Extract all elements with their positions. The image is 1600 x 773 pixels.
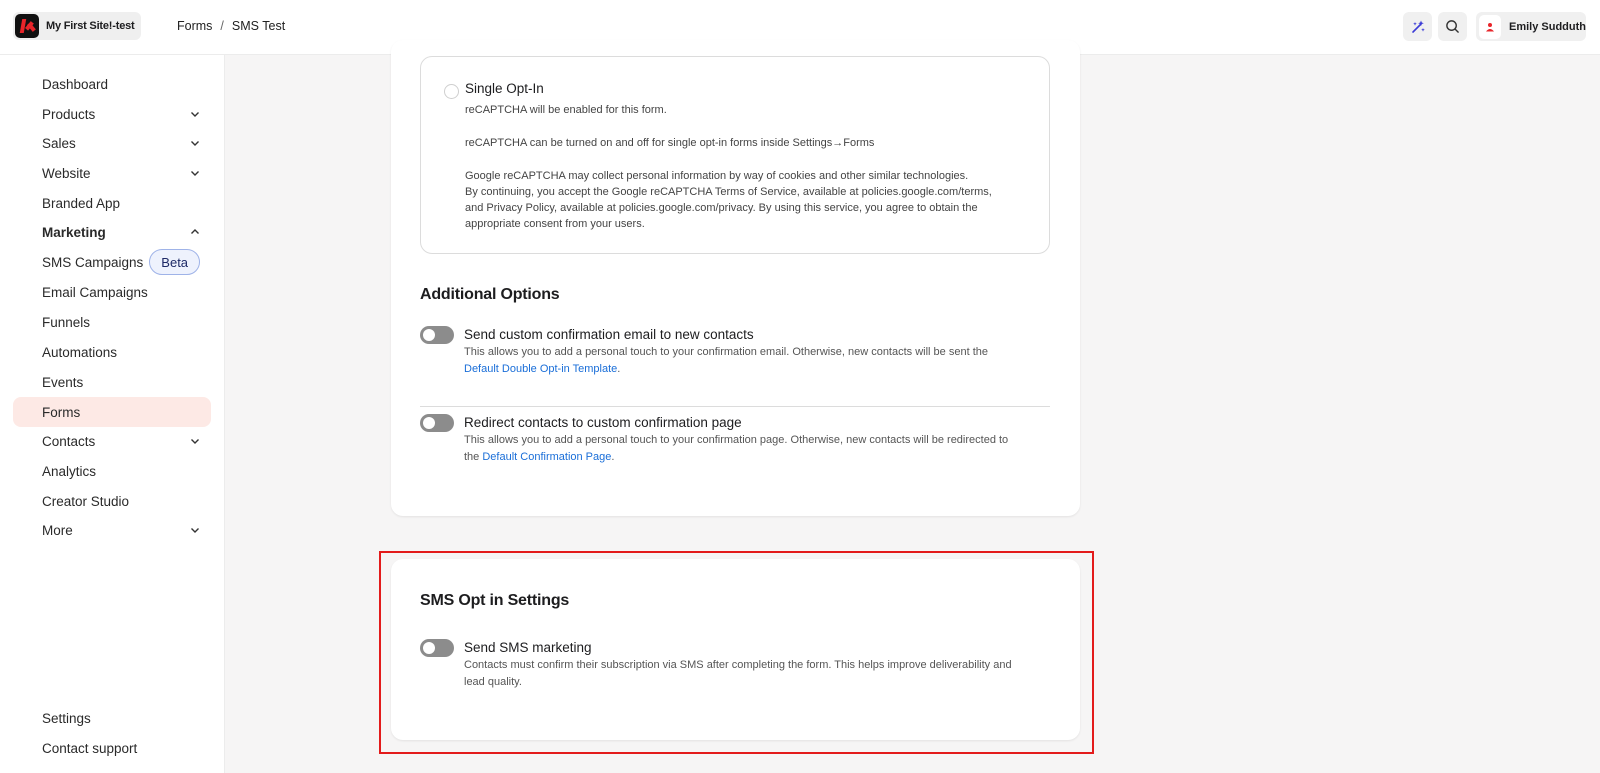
redirect-page-title: Redirect contacts to custom confirmation… [464,415,742,430]
default-double-optin-template-link[interactable]: Default Double Opt-in Template [464,363,617,375]
custom-email-title: Send custom confirmation email to new co… [464,327,754,342]
breadcrumb-forms[interactable]: Forms [177,19,212,33]
sidebar-item-label: Contacts [42,433,96,449]
single-optin-radio[interactable] [444,84,459,99]
sidebar-item-label: Events [42,374,84,390]
chevron-down-icon [191,141,199,146]
redirect-page-desc-text: This allows you to add a personal touch … [464,434,1009,446]
chevron-down-icon [191,439,199,444]
sidebar-item-label: Settings [42,710,91,726]
chevron-down-icon [191,112,199,117]
custom-email-toggle[interactable] [420,326,454,344]
custom-email-desc-line2: Default Double Opt-in Template. [464,361,1054,378]
avatar [1479,14,1501,39]
divider [420,406,1050,407]
recaptcha-privacy-text: Google reCAPTCHA may collect personal in… [465,170,969,182]
sidebar-item-label: Dashboard [42,76,109,92]
sidebar-item-label: Branded App [42,195,121,211]
sidebar-item-label: Website [42,165,91,181]
sidebar-item-marketing[interactable]: Marketing [13,217,211,247]
sidebar-item-label: Analytics [42,463,97,479]
sidebar-item-funnels[interactable]: Funnels [13,307,211,337]
sidebar: Dashboard Products Sales Website Branded… [0,55,225,773]
sidebar-item-label: Funnels [42,314,91,330]
sidebar-item-label: Automations [42,344,118,360]
desc-prefix: the [464,450,483,463]
breadcrumb-separator: / [220,19,224,33]
sidebar-item-label: More [42,522,73,538]
sidebar-item-contacts[interactable]: Contacts [13,426,211,456]
recaptcha-terms-text: By continuing, you accept the Google reC… [465,186,992,198]
sidebar-item-label: Marketing [42,224,106,240]
chevron-up-icon [191,229,199,234]
sidebar-item-dashboard[interactable]: Dashboard [13,69,211,99]
punctuation: . [611,450,615,463]
user-icon [1486,22,1494,31]
user-menu[interactable]: Emily Sudduth [1476,12,1586,41]
redirect-page-desc: This allows you to add a personal touch … [464,432,1054,465]
ai-assistant-button[interactable] [1403,12,1432,41]
chevron-down-icon [191,528,199,533]
single-optin-option[interactable]: Single Opt-In reCAPTCHA will be enabled … [420,56,1050,254]
recaptcha-settings-text: reCAPTCHA can be turned on and off for s… [465,137,875,149]
sidebar-item-label: Products [42,106,96,122]
breadcrumb-current: SMS Test [231,19,286,33]
search-button[interactable] [1438,12,1467,41]
default-confirmation-page-link[interactable]: Default Confirmation Page [482,451,611,463]
sidebar-item-email-campaigns[interactable]: Email Campaigns [13,277,211,307]
sidebar-item-sales[interactable]: Sales [13,128,211,158]
sidebar-item-events[interactable]: Events [13,367,211,397]
sidebar-item-products[interactable]: Products [13,99,211,129]
beta-badge: Beta [149,249,201,275]
sidebar-item-label: Contact support [42,740,138,756]
sidebar-item-sms-campaigns[interactable]: SMS Campaigns Beta [13,247,211,277]
custom-email-desc-text: This allows you to add a personal touch … [464,346,988,358]
sidebar-item-automations[interactable]: Automations [13,337,211,367]
sidebar-item-analytics[interactable]: Analytics [13,456,211,486]
sidebar-item-label: Email Campaigns [42,284,148,300]
site-name: My First Site!-test [46,20,135,32]
sidebar-item-more[interactable]: More [13,515,211,545]
additional-options-title: Additional Options [420,286,560,303]
sidebar-item-settings[interactable]: Settings [13,703,211,733]
search-icon [1446,20,1459,33]
recaptcha-enabled-text: reCAPTCHA will be enabled for this form. [465,104,667,116]
sidebar-item-label: SMS Campaigns [42,254,144,270]
sidebar-item-forms[interactable]: Forms [13,397,211,427]
sidebar-item-creator-studio[interactable]: Creator Studio [13,486,211,516]
sidebar-item-contact-support[interactable]: Contact support [13,733,211,763]
sidebar-item-website[interactable]: Website [13,158,211,188]
single-optin-title: Single Opt-In [465,81,544,96]
highlight-box [379,551,1094,754]
recaptcha-consent-text: appropriate consent from your users. [465,218,645,230]
sidebar-item-branded-app[interactable]: Branded App [13,188,211,218]
redirect-page-desc-line2: the Default Confirmation Page. [464,449,1054,466]
kajabi-logo-icon [15,14,39,38]
chevron-down-icon [191,171,199,176]
breadcrumb: Forms / SMS Test [177,19,285,33]
sidebar-item-label: Creator Studio [42,493,130,509]
site-switcher[interactable]: My First Site!-test [13,12,141,40]
recaptcha-policy-text: and Privacy Policy, available at policie… [465,202,978,214]
custom-email-desc: This allows you to add a personal touch … [464,344,1054,377]
sidebar-item-label: Forms [42,404,81,420]
sidebar-item-label: Sales [42,135,76,151]
user-name: Emily Sudduth [1509,20,1586,33]
sparkle-icon [1411,20,1425,33]
punctuation: . [617,362,621,375]
redirect-page-toggle[interactable] [420,414,454,432]
